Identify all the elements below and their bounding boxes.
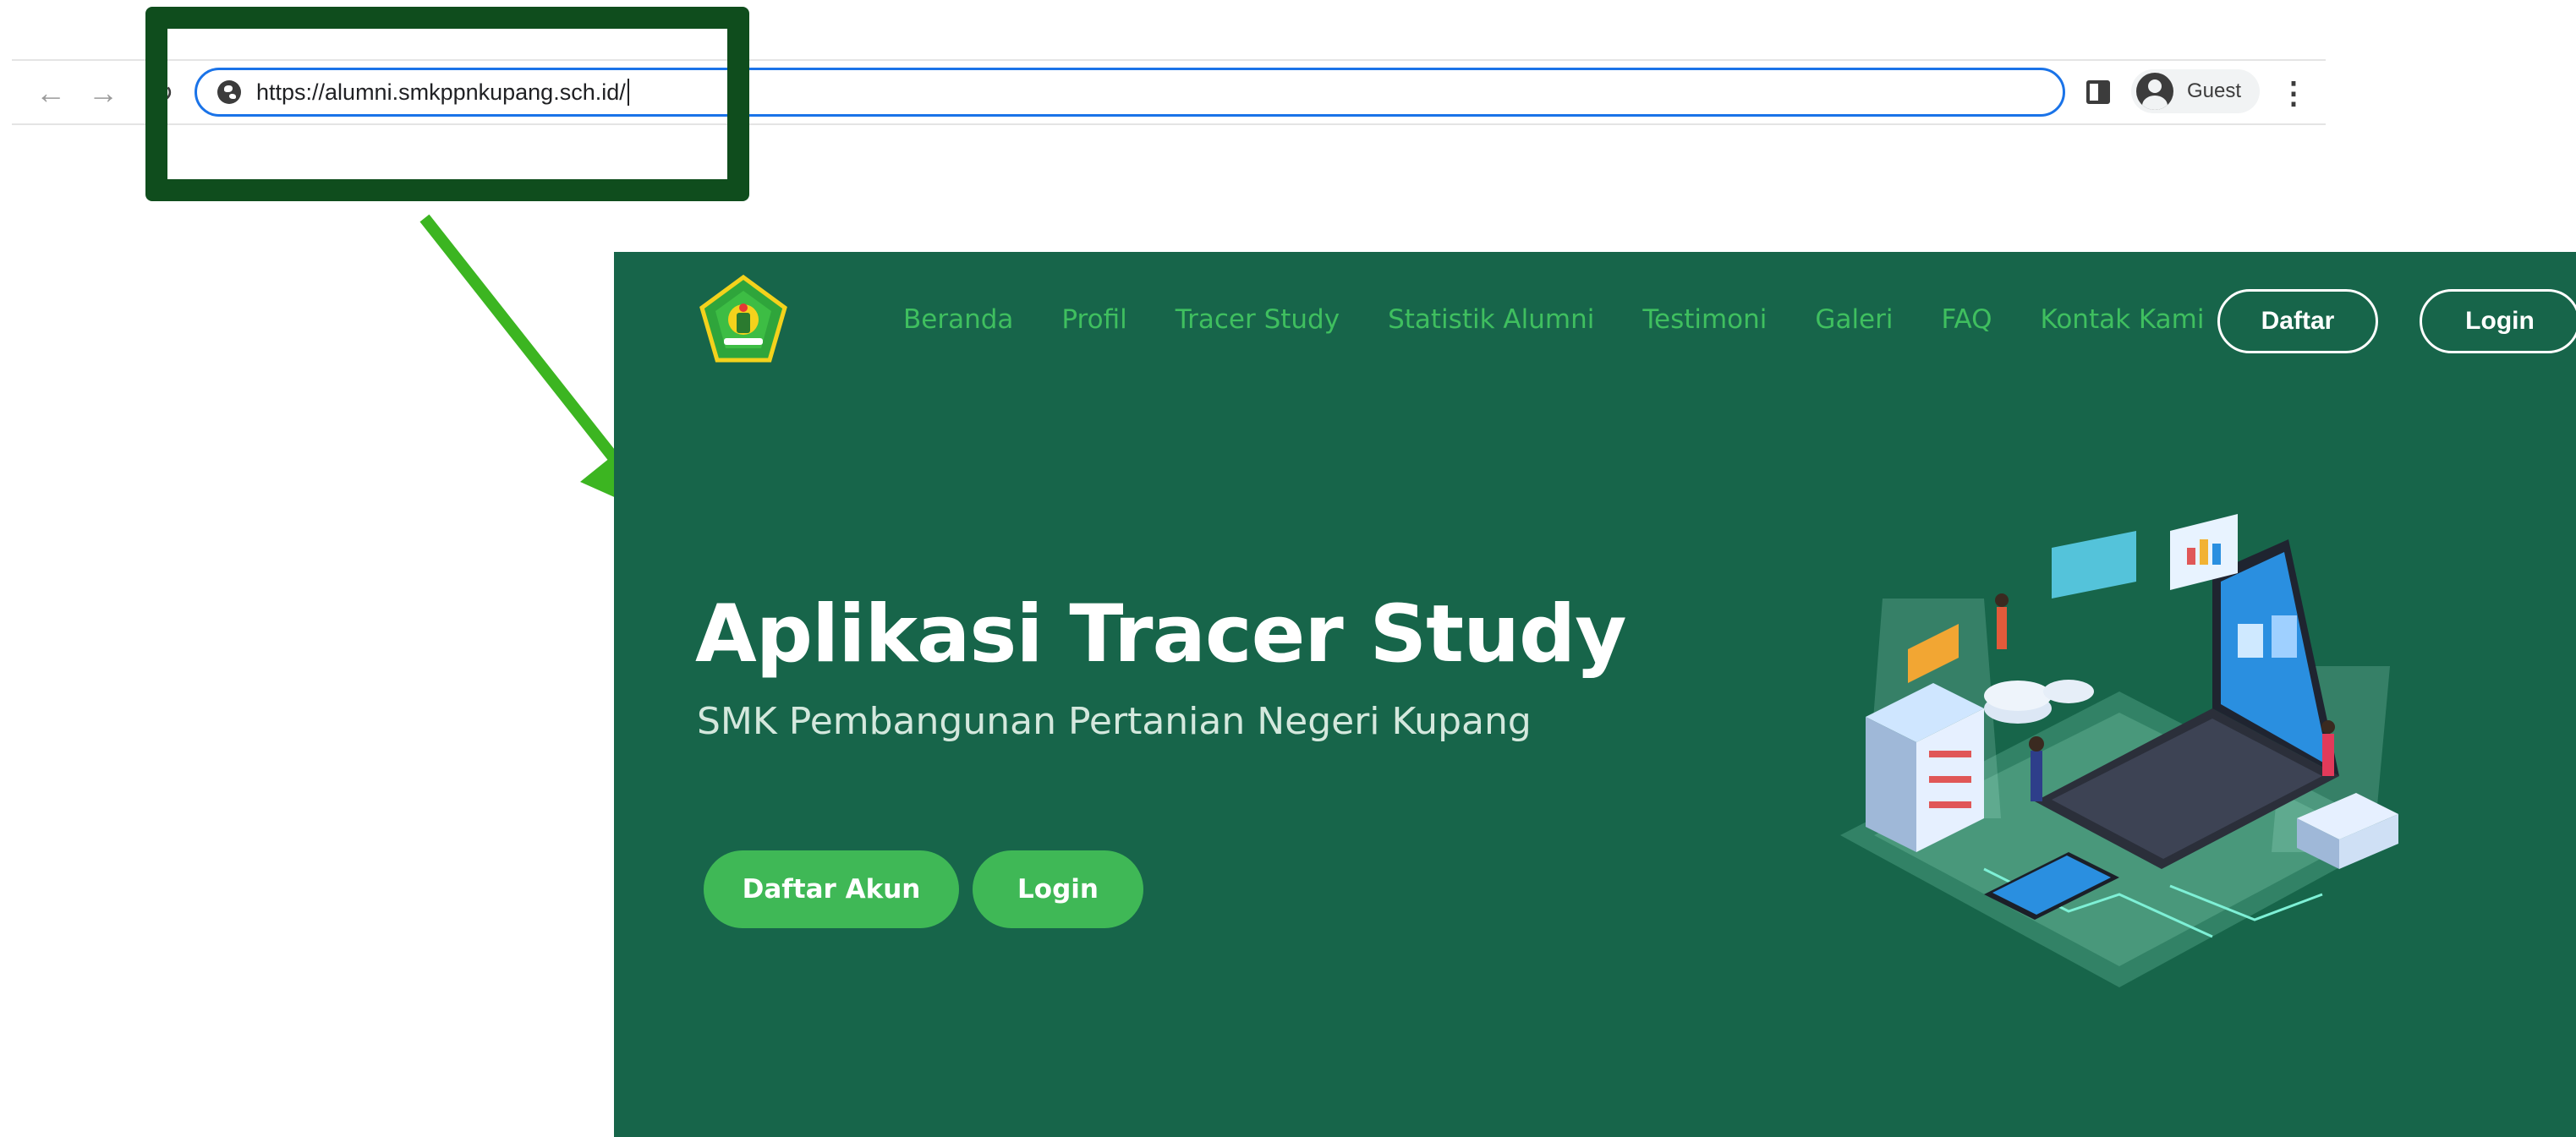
daftar-akun-button[interactable]: Daftar Akun	[704, 850, 959, 928]
avatar-icon	[2136, 73, 2173, 110]
school-logo-icon[interactable]	[697, 274, 790, 367]
hero-title: Aplikasi Tracer Study	[695, 588, 1627, 681]
nav-item-galeri[interactable]: Galeri	[1815, 304, 1893, 335]
profile-label: Guest	[2187, 79, 2242, 102]
hero-subtitle: SMK Pembangunan Pertanian Negeri Kupang	[697, 700, 1532, 743]
login-button[interactable]: Login	[2420, 289, 2576, 353]
nav-item-tracer-study[interactable]: Tracer Study	[1176, 304, 1340, 335]
profile-button[interactable]: Guest	[2131, 69, 2260, 113]
hero-login-button[interactable]: Login	[973, 850, 1143, 928]
more-menu-icon[interactable]: ⋮	[2278, 76, 2309, 110]
nav-item-statistik-alumni[interactable]: Statistik Alumni	[1388, 304, 1594, 335]
nav-item-beranda[interactable]: Beranda	[903, 304, 1013, 335]
nav-item-faq[interactable]: FAQ	[1941, 304, 1992, 335]
forward-arrow-icon[interactable]: →	[85, 74, 122, 112]
side-panel-icon[interactable]	[2086, 80, 2110, 104]
daftar-button[interactable]: Daftar	[2217, 289, 2378, 353]
back-arrow-icon[interactable]: ←	[32, 74, 69, 112]
main-nav: Beranda Profil Tracer Study Statistik Al…	[903, 304, 2253, 335]
nav-item-kontak-kami[interactable]: Kontak Kami	[2041, 304, 2205, 335]
highlight-box	[145, 7, 749, 201]
website-viewport: Beranda Profil Tracer Study Statistik Al…	[614, 252, 2576, 1137]
nav-item-testimoni[interactable]: Testimoni	[1642, 304, 1767, 335]
tech-illustration	[1840, 514, 2398, 987]
nav-item-profil[interactable]: Profil	[1061, 304, 1126, 335]
